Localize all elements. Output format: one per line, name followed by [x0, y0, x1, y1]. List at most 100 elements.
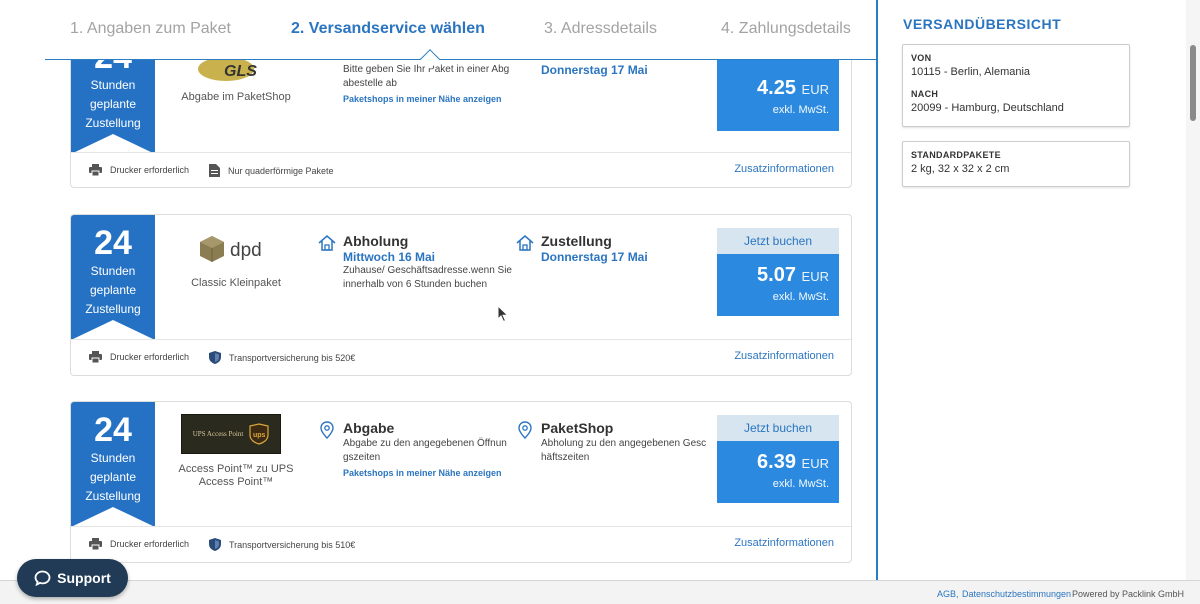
- printer-icon: [89, 164, 102, 176]
- app-window: 24 Stunden geplante Zustellung GLS Abgab…: [0, 0, 1200, 604]
- insurance-label: Transportversicherung bis 510€: [229, 539, 356, 550]
- privacy-link[interactable]: Datenschutzbestimmungen: [962, 589, 1071, 599]
- insurance-label: Transportversicherung bis 520€: [229, 352, 356, 363]
- location-pin-icon: [518, 421, 532, 439]
- shipping-summary-sidebar: VERSANDÜBERSICHT VON 10115 - Berlin, Ale…: [876, 0, 1186, 580]
- checkout-stepper: 1. Angaben zum Paket 2. Versandservice w…: [45, 0, 876, 69]
- document-icon: [209, 164, 220, 177]
- service-name: Classic Kleinpaket: [191, 277, 281, 289]
- pickup-description: Zuhause/ Geschäftsadresse.wenn Sie inner…: [343, 265, 512, 290]
- additional-info-link[interactable]: Zusatzinformationen: [734, 163, 834, 175]
- price-value: 6.39: [757, 451, 796, 473]
- ribbon-line-2: geplante: [89, 470, 137, 484]
- delivery-description: Abholung zu den angegebenen Gesc häftsze…: [541, 438, 707, 463]
- to-label: NACH: [911, 89, 939, 99]
- service-name: Abgabe im PaketShop: [181, 91, 291, 103]
- price-vat: exkl. MwSt.: [772, 478, 829, 490]
- ribbon-line-3: Zustellung: [85, 116, 141, 130]
- paketshops-link[interactable]: Paketshops in meiner Nähe anzeigen: [343, 94, 502, 104]
- sidebar-title: VERSANDÜBERSICHT: [903, 16, 1062, 32]
- shipping-option-card-dpd: 24 Stunden geplante Zustellung dpd Class…: [70, 214, 852, 376]
- step-select-service[interactable]: 2. Versandservice wählen: [291, 20, 485, 38]
- ribbon-line-1: Stunden: [90, 264, 136, 278]
- insurance-note: Transportversicherung bis 520€: [209, 351, 355, 364]
- price-display[interactable]: 5.07 EUR exkl. MwSt.: [717, 254, 839, 316]
- stepper-gutter: [0, 0, 45, 60]
- pickup-description: Abgabe zu den angegebenen Öffnun gszeite…: [343, 438, 507, 463]
- insurance-note: Transportversicherung bis 510€: [209, 538, 355, 551]
- ribbon-line-3: Zustellung: [85, 302, 141, 316]
- to-value: 20099 - Hamburg, Deutschland: [911, 102, 1064, 114]
- support-button[interactable]: Support: [17, 559, 128, 597]
- price-box[interactable]: Jetzt buchen 5.07 EUR exkl. MwSt.: [717, 228, 839, 316]
- service-name: Access Point™ zu UPS Access Point™: [178, 463, 294, 488]
- page-scrollbar[interactable]: [1186, 0, 1200, 580]
- svg-text:dpd: dpd: [230, 240, 262, 261]
- printer-icon: [89, 351, 102, 363]
- price-display[interactable]: 4.25 EUR exkl. MwSt.: [717, 59, 839, 131]
- printer-label: Drucker erforderlich: [110, 352, 190, 362]
- price-box[interactable]: 4.25 EUR exkl. MwSt.: [717, 59, 839, 131]
- book-now-button[interactable]: Jetzt buchen: [717, 228, 839, 254]
- home-icon: [516, 235, 534, 251]
- printer-label: Drucker erforderlich: [110, 165, 190, 175]
- main-content: 24 Stunden geplante Zustellung GLS Abgab…: [0, 0, 876, 580]
- additional-info-link[interactable]: Zusatzinformationen: [734, 350, 834, 362]
- ups-access-point-logo: UPS Access Point ups: [181, 414, 281, 454]
- ribbon-line-3: Zustellung: [85, 489, 141, 503]
- price-currency: EUR: [801, 456, 829, 471]
- shield-icon: [209, 538, 221, 551]
- price-vat: exkl. MwSt.: [772, 291, 829, 303]
- pickup-title: Abholung: [343, 233, 409, 249]
- svg-text:ups: ups: [253, 432, 266, 439]
- paketshops-link[interactable]: Paketshops in meiner Nähe anzeigen: [343, 468, 502, 478]
- ribbon-line-2: geplante: [89, 283, 137, 297]
- price-value: 5.07: [757, 264, 796, 286]
- scrollbar-thumb[interactable]: [1190, 45, 1196, 121]
- location-pin-icon: [320, 421, 334, 439]
- pickup-title: Abgabe: [343, 420, 395, 436]
- step-address-details: 3. Adressdetails: [544, 20, 657, 37]
- package-value: 2 kg, 32 x 32 x 2 cm: [911, 163, 1010, 175]
- powered-by: Powered by Packlink GmbH: [1072, 589, 1185, 599]
- ribbon-line-1: Stunden: [90, 78, 136, 92]
- step-payment-details: 4. Zahlungsdetails: [721, 20, 851, 37]
- step-package-details[interactable]: 1. Angaben zum Paket: [70, 20, 231, 38]
- package-shape-note: Nur quaderförmige Pakete: [209, 164, 334, 177]
- card-footer: Drucker erforderlich Transportversicheru…: [71, 526, 851, 562]
- from-value: 10115 - Berlin, Alemania: [911, 66, 1031, 78]
- printer-icon: [89, 538, 102, 550]
- printer-required: Drucker erforderlich: [89, 351, 189, 363]
- price-display[interactable]: 6.39 EUR exkl. MwSt.: [717, 441, 839, 503]
- printer-required: Drucker erforderlich: [89, 538, 189, 550]
- price-box[interactable]: Jetzt buchen 6.39 EUR exkl. MwSt.: [717, 415, 839, 503]
- delivery-title: PaketShop: [541, 420, 614, 436]
- shield-icon: [209, 351, 221, 364]
- ribbon-line-2: geplante: [89, 97, 137, 111]
- additional-info-link[interactable]: Zusatzinformationen: [734, 537, 834, 549]
- from-label: VON: [911, 53, 932, 63]
- price-vat: exkl. MwSt.: [772, 104, 829, 116]
- card-footer: Drucker erforderlich Nur quaderförmige P…: [71, 152, 851, 187]
- package-summary-box: STANDARDPAKETE 2 kg, 32 x 32 x 2 cm: [902, 141, 1130, 187]
- route-summary-box: VON 10115 - Berlin, Alemania NACH 20099 …: [902, 44, 1130, 127]
- printer-required: Drucker erforderlich: [89, 164, 189, 176]
- delivery-title: Zustellung: [541, 233, 612, 249]
- delivery-date: Donnerstag 17 Mai: [541, 63, 648, 77]
- dpd-logo: dpd: [171, 227, 301, 273]
- mouse-cursor-icon: [497, 305, 509, 323]
- ribbon-line-1: Stunden: [90, 451, 136, 465]
- delivery-time-ribbon: 24 Stunden geplante Zustellung: [71, 215, 155, 340]
- price-currency: EUR: [801, 269, 829, 284]
- book-now-button[interactable]: Jetzt buchen: [717, 415, 839, 441]
- delivery-time-ribbon: 24 Stunden geplante Zustellung: [71, 402, 155, 527]
- shipping-option-card-ups: 24 Stunden geplante Zustellung UPS Acces…: [70, 401, 852, 563]
- agb-link[interactable]: AGB,: [937, 589, 959, 599]
- pickup-date: Mittwoch 16 Mai: [343, 250, 436, 264]
- chat-bubble-icon: [34, 570, 51, 586]
- price-currency: EUR: [801, 82, 829, 97]
- page-footer: AGB, Datenschutzbestimmungen Powered by …: [0, 580, 1200, 604]
- svg-text:GLS: GLS: [224, 63, 257, 80]
- package-shape-label: Nur quaderförmige Pakete: [228, 165, 334, 176]
- ribbon-hours: 24: [94, 224, 132, 262]
